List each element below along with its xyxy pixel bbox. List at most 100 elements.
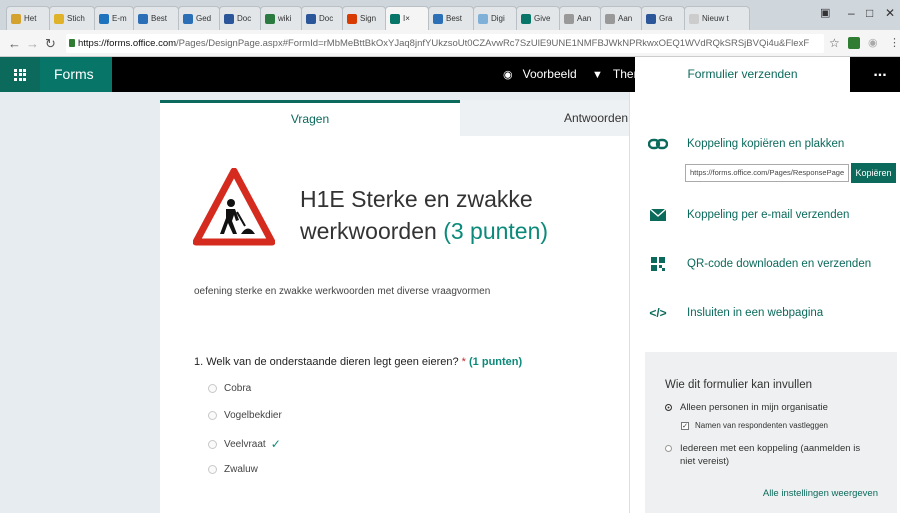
eye-icon: ◉ (503, 69, 513, 81)
radio-org-selected[interactable] (665, 404, 672, 411)
envelope-icon (648, 207, 668, 223)
option-label: Veelvraat (224, 438, 266, 450)
tab-label: Stich (67, 14, 85, 23)
forms-brand[interactable]: Forms (40, 57, 112, 92)
option-anyone-label-line2[interactable]: niet vereist) (680, 456, 729, 467)
preview-label: Voorbeeld (522, 67, 577, 81)
answer-option[interactable]: Zwaluw (208, 464, 258, 475)
browser-tab[interactable]: Gra (641, 6, 685, 30)
browser-tab[interactable]: Digi (473, 6, 517, 30)
tab-favicon-icon (605, 13, 615, 24)
url-path: /Pages/DesignPage.aspx#FormId=rMbMeBttBk… (176, 38, 810, 49)
question-points: (1 punten) (469, 356, 523, 368)
browser-tab[interactable]: Doc (219, 6, 261, 30)
radio-icon (208, 411, 217, 420)
road-works-sign-image (193, 168, 275, 246)
preview-button[interactable]: ◉ Voorbeeld (503, 57, 577, 92)
form-title-points: (3 punten) (443, 218, 549, 244)
extension-gray-icon[interactable]: ◉ (868, 36, 878, 49)
all-settings-link[interactable]: Alle instellingen weergeven (763, 488, 878, 499)
more-options-icon[interactable]: ... (860, 57, 900, 92)
tab-favicon-icon (646, 13, 656, 24)
browser-tab[interactable]: wiki (260, 6, 302, 30)
option-label: Cobra (224, 383, 252, 394)
browser-tab[interactable]: I × (385, 6, 429, 30)
close-window-icon[interactable]: ✕ (885, 6, 895, 20)
browser-tab[interactable]: Doc (301, 6, 343, 30)
option-org-label[interactable]: Alleen personen in mijn organisatie (680, 402, 828, 413)
browser-tab[interactable]: Nieuw t (684, 6, 750, 30)
browser-tab[interactable]: Het (6, 6, 50, 30)
option-anyone-label-line1[interactable]: Iedereen met een koppeling (aanmelden is (680, 443, 860, 454)
forms-app-bar: Forms ◉ Voorbeeld ▼ Thema Formulier verzen… (0, 57, 900, 92)
tab-favicon-icon (521, 13, 531, 24)
browser-tab[interactable]: Aan (600, 6, 642, 30)
qr-code-label: QR-code downloaden en verzenden (687, 258, 872, 270)
url-field[interactable]: https://forms.office.com/Pages/DesignPag… (66, 34, 824, 53)
maximize-icon[interactable]: □ (866, 6, 873, 20)
browser-tab[interactable]: Stich (49, 6, 95, 30)
question-text: 1. Welk van de onderstaande dieren legt … (194, 356, 459, 368)
permissions-box: Wie dit formulier kan invullen Alleen pe… (645, 352, 897, 513)
browser-tab[interactable]: E-m (94, 6, 134, 30)
browser-menu-icon[interactable]: ⋮ (889, 36, 900, 49)
tab-label: Aan (577, 14, 592, 23)
form-title-line2[interactable]: werkwoorden (3 punten) (300, 218, 548, 245)
tab-questions[interactable]: Vragen (160, 100, 460, 136)
form-description[interactable]: oefening sterke en zwakke werkwoorden me… (194, 286, 490, 297)
paint-bucket-icon: ▼ (592, 69, 603, 81)
tab-label: Give (534, 14, 551, 23)
radio-icon (208, 465, 217, 474)
correct-answer-check-icon: ✓ (270, 437, 281, 451)
embed-label: Insluiten in een webpagina (687, 307, 824, 319)
tab-label: E-m (112, 14, 127, 23)
answer-option[interactable]: Vogelbekdier (208, 410, 282, 421)
copy-button[interactable]: Kopiëren (851, 163, 896, 183)
question-title[interactable]: 1. Welk van de onderstaande dieren legt … (194, 356, 522, 368)
embed-option[interactable]: </> Insluiten in een webpagina (648, 305, 823, 321)
answer-option[interactable]: Cobra (208, 383, 251, 394)
tab-label: Aan (618, 14, 633, 23)
email-link-option[interactable]: Koppeling per e-mail verzenden (648, 207, 849, 223)
profile-icon[interactable]: ▣ (820, 6, 830, 19)
app-launcher-icon[interactable] (0, 57, 40, 92)
form-title-line1[interactable]: H1E Sterke en zwakke (300, 186, 533, 213)
forward-icon[interactable]: → (26, 36, 39, 51)
tab-favicon-icon (265, 13, 275, 24)
tab-label: Het (24, 14, 37, 23)
browser-tab[interactable]: Ged (178, 6, 220, 30)
minimize-icon[interactable]: – (848, 6, 855, 20)
tab-favicon-icon (689, 13, 699, 24)
embed-code-icon: </> (649, 306, 667, 320)
reload-icon[interactable]: ↻ (45, 36, 56, 52)
form-link-field[interactable]: https://forms.office.com/Pages/ResponseP… (685, 164, 849, 182)
required-asterisk: * (461, 356, 466, 368)
back-icon[interactable]: ← (8, 36, 21, 51)
form-tabs: Vragen Antwoorden (160, 100, 635, 136)
browser-tab[interactable]: Best (428, 6, 474, 30)
radio-anyone[interactable] (665, 445, 672, 452)
tab-favicon-icon (306, 13, 316, 24)
address-bar-row: ← → ↻ https://forms.office.com/Pages/Des… (0, 30, 900, 57)
browser-tab[interactable]: Aan (559, 6, 601, 30)
record-names-label: Namen van respondenten vastleggen (695, 421, 828, 430)
tab-label: Sign (360, 14, 377, 23)
tab-favicon-icon (478, 13, 488, 24)
browser-tab[interactable]: Give (516, 6, 560, 30)
answer-option[interactable]: Veelvraat ✓ (208, 437, 281, 451)
tab-label: Gra (659, 14, 673, 23)
close-tab-icon[interactable]: × (405, 14, 410, 23)
record-names-checkbox[interactable]: ✓ (681, 422, 689, 430)
tab-label: Ged (196, 14, 212, 23)
browser-tab[interactable]: Best (133, 6, 179, 30)
radio-icon (208, 384, 217, 393)
link-icon (648, 136, 668, 152)
browser-tab[interactable]: Sign (342, 6, 386, 30)
tab-answers[interactable]: Antwoorden (460, 100, 635, 136)
send-form-button[interactable]: Formulier verzenden (635, 57, 850, 92)
tab-favicon-icon (54, 13, 64, 24)
qr-code-option[interactable]: QR-code downloaden en verzenden (648, 256, 871, 272)
bookmark-star-icon[interactable]: ☆ (829, 36, 840, 50)
copy-link-option[interactable]: Koppeling kopiëren en plakken (648, 136, 844, 152)
extension-icon[interactable] (848, 37, 860, 49)
